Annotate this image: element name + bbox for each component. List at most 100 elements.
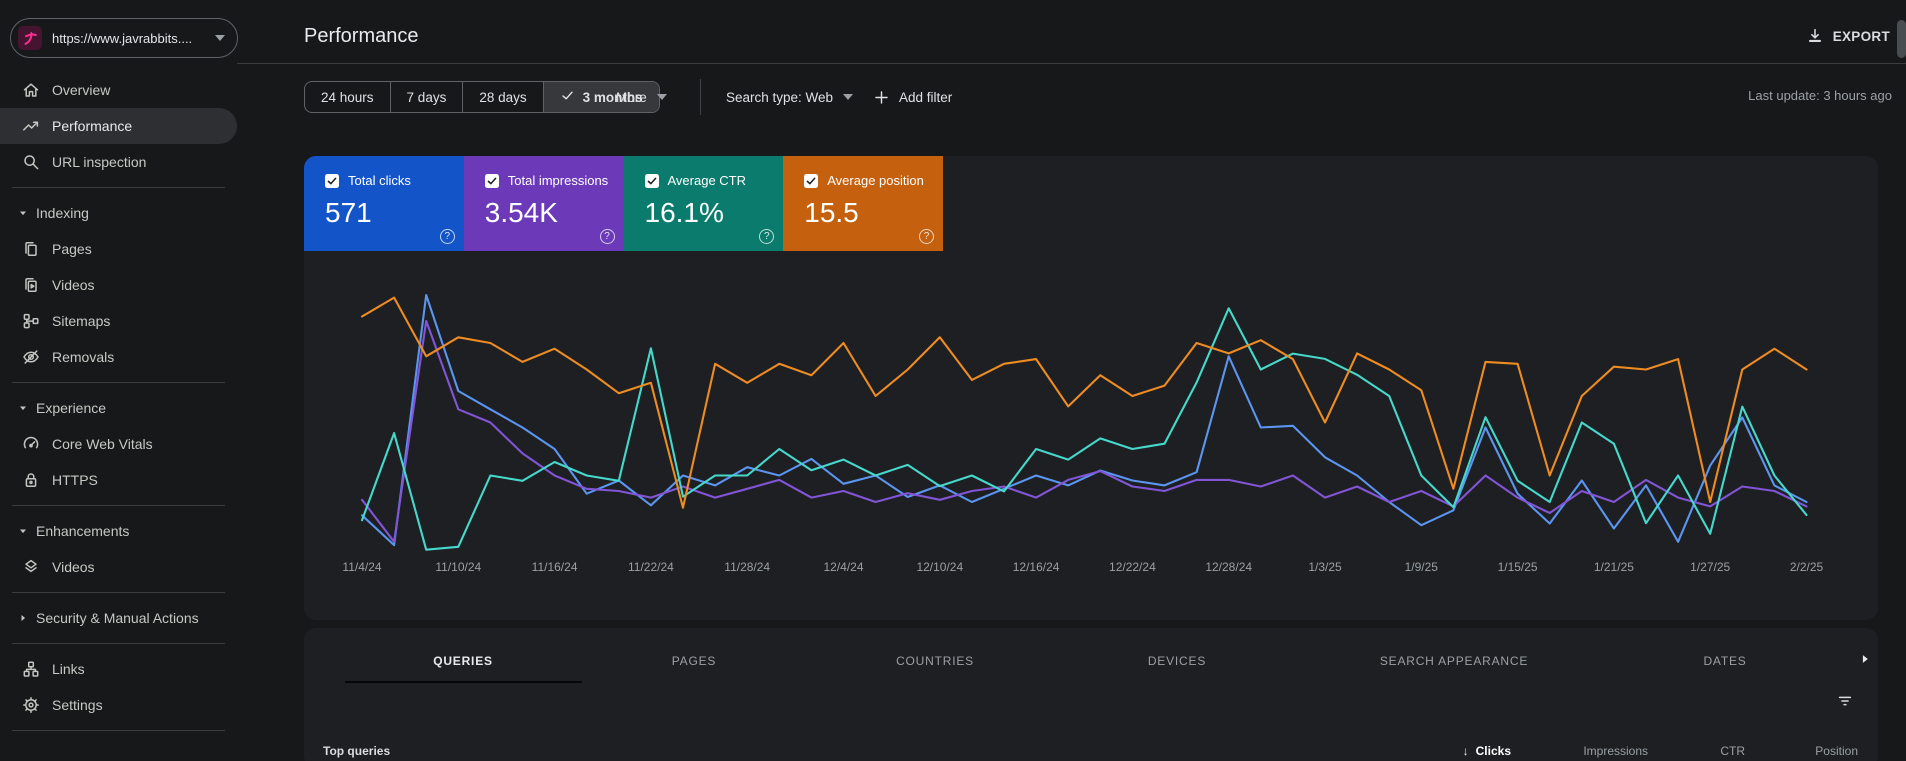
links-icon	[21, 659, 41, 679]
search-icon	[24, 155, 39, 170]
caret-down-icon[interactable]	[16, 206, 30, 220]
visibility-off-icon	[23, 350, 39, 364]
x-axis-label: 11/16/24	[532, 560, 578, 574]
sidebar-item-core-web-vitals[interactable]: Core Web Vitals	[0, 426, 237, 462]
metric-value: 15.5	[804, 197, 859, 228]
chevron-right-icon	[1862, 655, 1868, 663]
caret-down-icon[interactable]	[16, 524, 30, 538]
performance-chart-card: 11/4/24 11/10/24 11/16/24 11/22/24 11/28/24 1…	[304, 156, 1878, 620]
x-axis-label: 12/28/24	[1205, 560, 1252, 574]
more-ranges-button[interactable]: More	[616, 81, 667, 113]
metric-card-average-position[interactable]: Average position 15.5?	[783, 156, 943, 251]
sidebar-item-url-inspection[interactable]: URL inspection	[0, 144, 237, 180]
sidebar-item-links[interactable]: Links	[0, 651, 237, 687]
sidebar-item-security-manual-actions[interactable]: Security & Manual Actions	[0, 600, 237, 636]
pages-icon	[21, 239, 41, 259]
sidebar-item-videos-indexing[interactable]: Videos	[0, 267, 237, 303]
x-axis-label: 12/22/24	[1109, 560, 1156, 574]
sidebar-section-label: Experience	[36, 400, 107, 416]
sidebar-item-label: Sitemaps	[52, 313, 111, 329]
plus-icon	[875, 90, 888, 104]
trending-up-icon	[23, 121, 39, 131]
tab-search-appearance[interactable]: SEARCH APPEARANCE	[1336, 642, 1573, 668]
sidebar-item-label: Videos	[52, 277, 95, 293]
tabs-overflow-arrow[interactable]	[1858, 652, 1872, 671]
metric-card-total-impressions[interactable]: Total impressions 3.54K?	[463, 156, 624, 251]
help-icon[interactable]: ?	[919, 229, 934, 244]
metric-value: 571	[325, 197, 372, 228]
sidebar-item-label: Pages	[52, 241, 92, 257]
sidebar-divider	[12, 382, 225, 383]
check-icon	[560, 88, 575, 106]
sidebar-section-label: Security & Manual Actions	[36, 610, 199, 626]
sidebar-item-enhancements[interactable]: Enhancements	[0, 513, 237, 549]
tab-pages[interactable]: PAGES	[576, 642, 813, 668]
sidebar-item-https[interactable]: HTTPS	[0, 462, 237, 498]
column-header-impressions[interactable]: Impressions	[1583, 744, 1648, 758]
help-icon[interactable]: ?	[439, 229, 455, 244]
visibility-off-icon	[21, 347, 41, 367]
chevron-down-icon	[215, 35, 225, 41]
metric-card-total-clicks[interactable]: Total clicks 571?	[304, 156, 464, 251]
metric-checkbox[interactable]	[325, 173, 339, 188]
caret-down-icon[interactable]	[16, 401, 30, 415]
search-console-performance-page: https://www.javrabbits.... Overview Perfo…	[0, 0, 1906, 761]
column-header-clicks[interactable]: ↓ Clicks	[1463, 744, 1511, 758]
metric-card-average-ctr[interactable]: Average CTR 16.1%?	[623, 156, 784, 251]
gear-icon	[21, 695, 41, 715]
x-axis-label: 11/4/24	[342, 560, 381, 574]
add-filter-label: Add filter	[899, 89, 953, 105]
search-type-filter[interactable]: Search type: Web	[726, 81, 854, 113]
tab-dates[interactable]: DATES	[1607, 642, 1844, 668]
sidebar-item-sitemaps[interactable]: Sitemaps	[0, 303, 237, 339]
x-axis-label: 11/10/24	[435, 560, 481, 574]
sidebar-item-pages[interactable]: Pages	[0, 231, 237, 267]
date-range-chip-24-hours[interactable]: 24 hours	[305, 82, 390, 112]
add-filter-button[interactable]: Add filter	[873, 81, 952, 113]
x-axis-label: 11/28/24	[724, 560, 770, 574]
sidebar-divider	[12, 730, 225, 731]
date-range-chip-7-days[interactable]: 7 days	[389, 82, 463, 112]
series-clicks	[360, 293, 1808, 547]
lock-icon	[25, 473, 37, 487]
header-divider	[237, 63, 1906, 64]
help-icon[interactable]: ?	[759, 229, 775, 244]
scrollbar[interactable]	[1897, 20, 1906, 58]
sitemap-icon	[21, 311, 41, 331]
x-axis-label: 1/27/25	[1690, 560, 1730, 574]
sidebar-item-settings[interactable]: Settings	[0, 687, 237, 723]
property-selector[interactable]: https://www.javrabbits....	[10, 18, 238, 58]
video-page-icon	[25, 278, 37, 292]
sidebar-item-removals[interactable]: Removals	[0, 339, 237, 375]
sidebar-item-videos-enhancements[interactable]: Videos	[0, 549, 237, 585]
property-logo	[18, 26, 42, 50]
metric-checkbox[interactable]	[484, 173, 499, 188]
help-icon[interactable]: ?	[599, 229, 615, 244]
export-button[interactable]: EXPORT	[1806, 27, 1890, 45]
gauge-icon	[21, 434, 41, 454]
tab-devices[interactable]: DEVICES	[1059, 642, 1296, 668]
property-url: https://www.javrabbits....	[52, 30, 193, 46]
sidebar-section-label: Indexing	[36, 205, 89, 221]
sidebar-item-experience[interactable]: Experience	[0, 390, 237, 426]
column-header-ctr[interactable]: CTR	[1720, 744, 1745, 758]
tab-queries[interactable]: QUERIES	[345, 642, 582, 668]
column-header-position[interactable]: Position	[1815, 744, 1858, 758]
search-type-label: Search type: Web	[726, 89, 834, 105]
caret-right-icon[interactable]	[16, 611, 30, 625]
sidebar-item-label: Performance	[52, 118, 133, 134]
table-filter-button[interactable]	[1836, 692, 1854, 715]
sidebar-divider	[12, 187, 225, 188]
dimensions-table-card: QUERIES PAGES COUNTRIES DEVICES SEARCH APPEA…	[304, 628, 1878, 761]
trending-up-icon	[21, 116, 41, 136]
metric-checkbox[interactable]	[644, 173, 659, 188]
x-axis-label: 12/16/24	[1013, 560, 1060, 574]
metric-checkbox[interactable]	[804, 173, 819, 188]
date-range-chip-28-days[interactable]: 28 days	[462, 82, 542, 112]
pages-icon	[25, 242, 37, 256]
sidebar-item-indexing[interactable]: Indexing	[0, 195, 237, 231]
metric-label: Average CTR	[667, 173, 747, 188]
tab-countries[interactable]: COUNTRIES	[817, 642, 1054, 668]
x-axis-label: 12/10/24	[916, 560, 963, 574]
x-axis-label: 2/2/25	[1790, 560, 1824, 574]
